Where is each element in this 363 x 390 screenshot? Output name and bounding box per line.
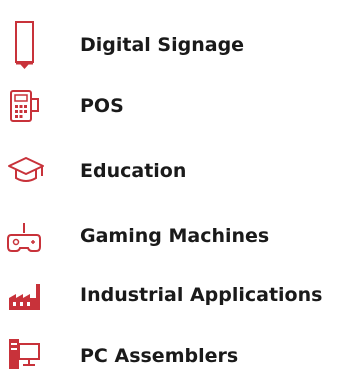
list-item-digital-signage[interactable]: Digital Signage <box>0 20 363 70</box>
list-item-pc-assemblers[interactable]: PC Assemblers <box>0 331 363 381</box>
list-item-gaming-machines[interactable]: Gaming Machines <box>0 211 363 261</box>
list-item-label: Education <box>80 160 187 182</box>
factory-icon <box>6 270 46 320</box>
list-item-industrial-applications[interactable]: Industrial Applications <box>0 270 363 320</box>
digital-signage-icon <box>6 20 46 70</box>
list-item-pos[interactable]: POS <box>0 81 363 131</box>
list-item-label: Industrial Applications <box>80 284 323 306</box>
desktop-pc-icon <box>6 331 46 381</box>
list-item-label: POS <box>80 95 124 117</box>
list-item-label: Gaming Machines <box>80 225 270 247</box>
gaming-controller-icon <box>6 211 46 261</box>
list-item-education[interactable]: Education <box>0 146 363 196</box>
pos-terminal-icon <box>6 81 46 131</box>
graduation-cap-icon <box>6 146 46 196</box>
industry-list: Digital Signage POS Education Gaming Mac… <box>0 0 363 390</box>
list-item-label: PC Assemblers <box>80 345 239 367</box>
list-item-label: Digital Signage <box>80 34 245 56</box>
